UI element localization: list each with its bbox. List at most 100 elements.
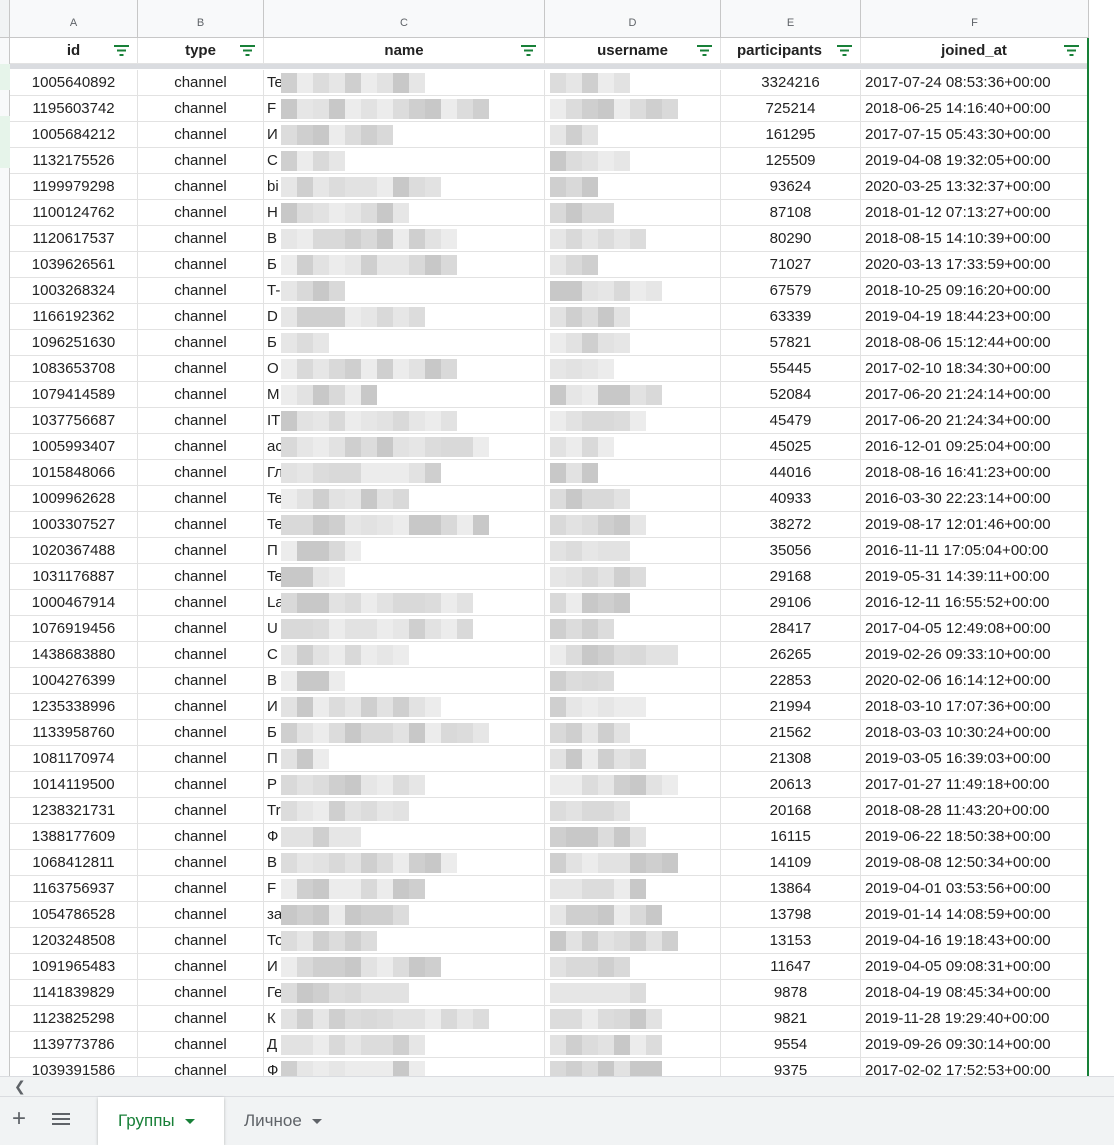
header-cell-participants[interactable]: participants [721,38,861,64]
cell-username[interactable] [545,980,721,1006]
cell-joined-at[interactable]: 2019-04-05 09:08:31+00:00 [861,954,1088,980]
cell-username[interactable] [545,616,721,642]
column-letter-e[interactable]: E [721,0,861,38]
filter-icon[interactable] [114,45,129,56]
cell-participants[interactable]: 21308 [721,746,861,772]
cell-type[interactable]: channel [138,512,264,538]
cell-username[interactable] [545,824,721,850]
cell-type[interactable]: channel [138,538,264,564]
column-letter-f[interactable]: F [861,0,1089,38]
cell-username[interactable] [545,408,721,434]
cell-username[interactable] [545,70,721,96]
cell-id[interactable]: 1039626561 [10,252,138,278]
cell-joined-at[interactable]: 2018-01-12 07:13:27+00:00 [861,200,1088,226]
cell-participants[interactable]: 20168 [721,798,861,824]
cell-participants[interactable]: 13798 [721,902,861,928]
cell-joined-at[interactable]: 2017-06-20 21:24:14+00:00 [861,382,1088,408]
cell-name[interactable]: IT [264,408,545,434]
cell-name[interactable]: F [264,96,545,122]
cell-joined-at[interactable]: 2017-01-27 11:49:18+00:00 [861,772,1088,798]
cell-name[interactable]: Р [264,772,545,798]
cell-participants[interactable]: 14109 [721,850,861,876]
filter-icon[interactable] [837,45,852,56]
cell-joined-at[interactable]: 2019-02-26 09:33:10+00:00 [861,642,1088,668]
cell-username[interactable] [545,122,721,148]
cell-participants[interactable]: 161295 [721,122,861,148]
cell-type[interactable]: channel [138,278,264,304]
horizontal-scrollbar[interactable]: ❮ [0,1076,1114,1096]
cell-participants[interactable]: 29168 [721,564,861,590]
cell-joined-at[interactable]: 2017-04-05 12:49:08+00:00 [861,616,1088,642]
cell-type[interactable]: channel [138,408,264,434]
cell-joined-at[interactable]: 2019-04-01 03:53:56+00:00 [861,876,1088,902]
cell-type[interactable]: channel [138,668,264,694]
caret-down-icon[interactable] [311,1119,322,1125]
cell-username[interactable] [545,226,721,252]
cell-name[interactable]: И [264,954,545,980]
cell-type[interactable]: channel [138,174,264,200]
cell-joined-at[interactable]: 2019-03-05 16:39:03+00:00 [861,746,1088,772]
cell-name[interactable]: В [264,226,545,252]
cell-id[interactable]: 1068412811 [10,850,138,876]
cell-name[interactable]: О [264,356,545,382]
cell-type[interactable]: channel [138,694,264,720]
cell-type[interactable]: channel [138,1032,264,1058]
cell-username[interactable] [545,148,721,174]
cell-name[interactable]: Tr [264,798,545,824]
cell-joined-at[interactable]: 2018-08-16 16:41:23+00:00 [861,460,1088,486]
cell-joined-at[interactable]: 2018-08-15 14:10:39+00:00 [861,226,1088,252]
cell-username[interactable] [545,642,721,668]
cell-participants[interactable]: 71027 [721,252,861,278]
cell-id[interactable]: 1079414589 [10,382,138,408]
cell-id[interactable]: 1195603742 [10,96,138,122]
cell-joined-at[interactable]: 2017-07-15 05:43:30+00:00 [861,122,1088,148]
filter-icon[interactable] [1064,45,1079,56]
cell-id[interactable]: 1015848066 [10,460,138,486]
cell-name[interactable]: Б [264,330,545,356]
cell-type[interactable]: channel [138,590,264,616]
column-letter-a[interactable]: A [10,0,138,38]
cell-joined-at[interactable]: 2016-11-11 17:05:04+00:00 [861,538,1088,564]
header-cell-name[interactable]: name [264,38,545,64]
cell-participants[interactable]: 40933 [721,486,861,512]
cell-name[interactable]: П [264,746,545,772]
cell-type[interactable]: channel [138,122,264,148]
cell-id[interactable]: 1014119500 [10,772,138,798]
cell-joined-at[interactable]: 2018-06-25 14:16:40+00:00 [861,96,1088,122]
cell-joined-at[interactable]: 2019-09-26 09:30:14+00:00 [861,1032,1088,1058]
cell-id[interactable]: 1031176887 [10,564,138,590]
cell-joined-at[interactable]: 2020-03-13 17:33:59+00:00 [861,252,1088,278]
cell-participants[interactable]: 9821 [721,1006,861,1032]
cell-joined-at[interactable]: 2018-10-25 09:16:20+00:00 [861,278,1088,304]
cell-type[interactable]: channel [138,980,264,1006]
cell-type[interactable]: channel [138,200,264,226]
cell-joined-at[interactable]: 2019-08-08 12:50:34+00:00 [861,850,1088,876]
cell-type[interactable]: channel [138,850,264,876]
cell-name[interactable]: Ф [264,1058,545,1076]
cell-name[interactable]: Б [264,720,545,746]
cell-participants[interactable]: 13153 [721,928,861,954]
cell-participants[interactable]: 16115 [721,824,861,850]
header-cell-id[interactable]: id [10,38,138,64]
cell-type[interactable]: channel [138,876,264,902]
cell-name[interactable]: Te [264,70,545,96]
cell-username[interactable] [545,668,721,694]
cell-participants[interactable]: 63339 [721,304,861,330]
cell-username[interactable] [545,252,721,278]
cell-username[interactable] [545,512,721,538]
cell-id[interactable]: 1163756937 [10,876,138,902]
cell-name[interactable]: М [264,382,545,408]
cell-type[interactable]: channel [138,824,264,850]
cell-id[interactable]: 1139773786 [10,1032,138,1058]
cell-id[interactable]: 1020367488 [10,538,138,564]
cell-name[interactable]: И [264,694,545,720]
cell-type[interactable]: channel [138,772,264,798]
cell-type[interactable]: channel [138,564,264,590]
cell-name[interactable]: Ге [264,980,545,1006]
list-icon[interactable] [52,1113,70,1129]
cell-name[interactable]: U [264,616,545,642]
cell-type[interactable]: channel [138,746,264,772]
cell-id[interactable]: 1005640892 [10,70,138,96]
cell-username[interactable] [545,850,721,876]
cell-participants[interactable]: 29106 [721,590,861,616]
